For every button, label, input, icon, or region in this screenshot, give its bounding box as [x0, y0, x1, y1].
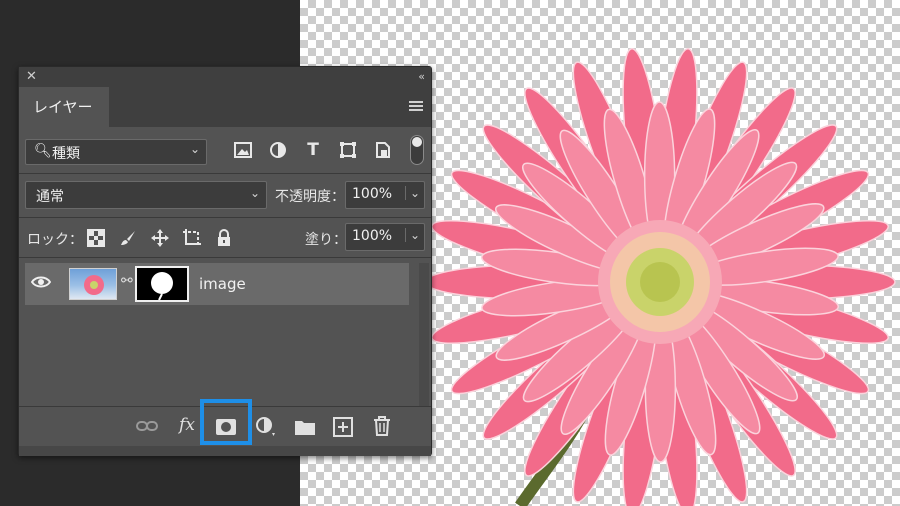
- fill-field[interactable]: 100% ⌄: [345, 223, 425, 251]
- smart-object-filter-icon[interactable]: [371, 137, 395, 163]
- link-layers-icon[interactable]: [135, 415, 159, 439]
- new-group-folder-icon[interactable]: [293, 415, 317, 439]
- collapse-panel-icon[interactable]: ‹‹: [418, 70, 425, 83]
- filter-row: 🔍︎ 種類 ⌄ T: [19, 127, 431, 179]
- image-filter-icon[interactable]: [231, 137, 255, 163]
- search-icon: 🔍︎: [34, 143, 52, 159]
- new-layer-icon[interactable]: [331, 415, 355, 439]
- blend-mode-value: 通常: [36, 189, 64, 205]
- filter-toggle[interactable]: [410, 135, 424, 165]
- opacity-field[interactable]: 100% ⌄: [345, 181, 425, 209]
- shape-filter-icon[interactable]: [336, 137, 360, 163]
- delete-layer-trash-icon[interactable]: [370, 415, 394, 439]
- panel-footer: fx: [19, 399, 431, 446]
- lock-brush-icon[interactable]: [117, 225, 139, 251]
- divider: [19, 173, 431, 174]
- blend-mode-select[interactable]: 通常 ⌄: [25, 181, 267, 209]
- lock-label: ロック：: [27, 232, 83, 248]
- fill-value: 100%: [352, 228, 393, 244]
- filter-icons: T: [231, 137, 395, 163]
- opacity-value: 100%: [352, 186, 393, 202]
- fill-label: 塗り：: [305, 232, 347, 248]
- filter-kind-value: 種類: [52, 146, 80, 162]
- chevron-down-icon[interactable]: ⌄: [404, 186, 420, 200]
- mask-link-icon[interactable]: ⚯: [121, 273, 133, 289]
- lock-move-icon[interactable]: [149, 225, 171, 251]
- panel-menu-icon[interactable]: [409, 101, 423, 111]
- adjustment-filter-icon[interactable]: [266, 137, 290, 163]
- divider: [19, 257, 431, 258]
- chevron-down-icon: ⌄: [189, 142, 200, 156]
- type-filter-icon[interactable]: T: [301, 137, 325, 163]
- fx-button[interactable]: fx: [175, 415, 199, 439]
- layer-thumbnail[interactable]: [69, 268, 117, 300]
- divider: [19, 217, 431, 218]
- layer-mask-thumbnail[interactable]: [135, 266, 189, 302]
- lock-all-icon[interactable]: [213, 225, 235, 251]
- layers-panel: ✕ ‹‹ レイヤー 🔍︎ 種類 ⌄ T 通常 ⌄ 不透明度： 100% ⌄ ロッ…: [18, 66, 432, 456]
- chevron-down-icon[interactable]: ⌄: [404, 228, 420, 242]
- panel-scrollbar[interactable]: [419, 263, 429, 406]
- lock-artboard-icon[interactable]: [181, 225, 203, 251]
- visibility-eye-icon[interactable]: [30, 273, 52, 293]
- tab-layers[interactable]: レイヤー: [19, 87, 109, 127]
- panel-resize-grip[interactable]: [19, 446, 431, 456]
- lock-transparency-icon[interactable]: [85, 225, 107, 251]
- layer-name[interactable]: image: [199, 275, 246, 293]
- panel-titlebar[interactable]: ✕ ‹‹: [19, 67, 431, 87]
- filter-kind-select[interactable]: 🔍︎ 種類 ⌄: [25, 139, 207, 165]
- close-panel-icon[interactable]: ✕: [26, 69, 37, 84]
- layer-row[interactable]: ⚯ image: [25, 263, 409, 305]
- lock-icons: [85, 225, 235, 251]
- opacity-label: 不透明度：: [275, 189, 345, 205]
- tab-row: レイヤー: [19, 87, 431, 127]
- new-adjustment-layer-icon[interactable]: [253, 415, 277, 439]
- add-layer-mask-icon[interactable]: [214, 415, 238, 439]
- chevron-down-icon: ⌄: [249, 186, 260, 200]
